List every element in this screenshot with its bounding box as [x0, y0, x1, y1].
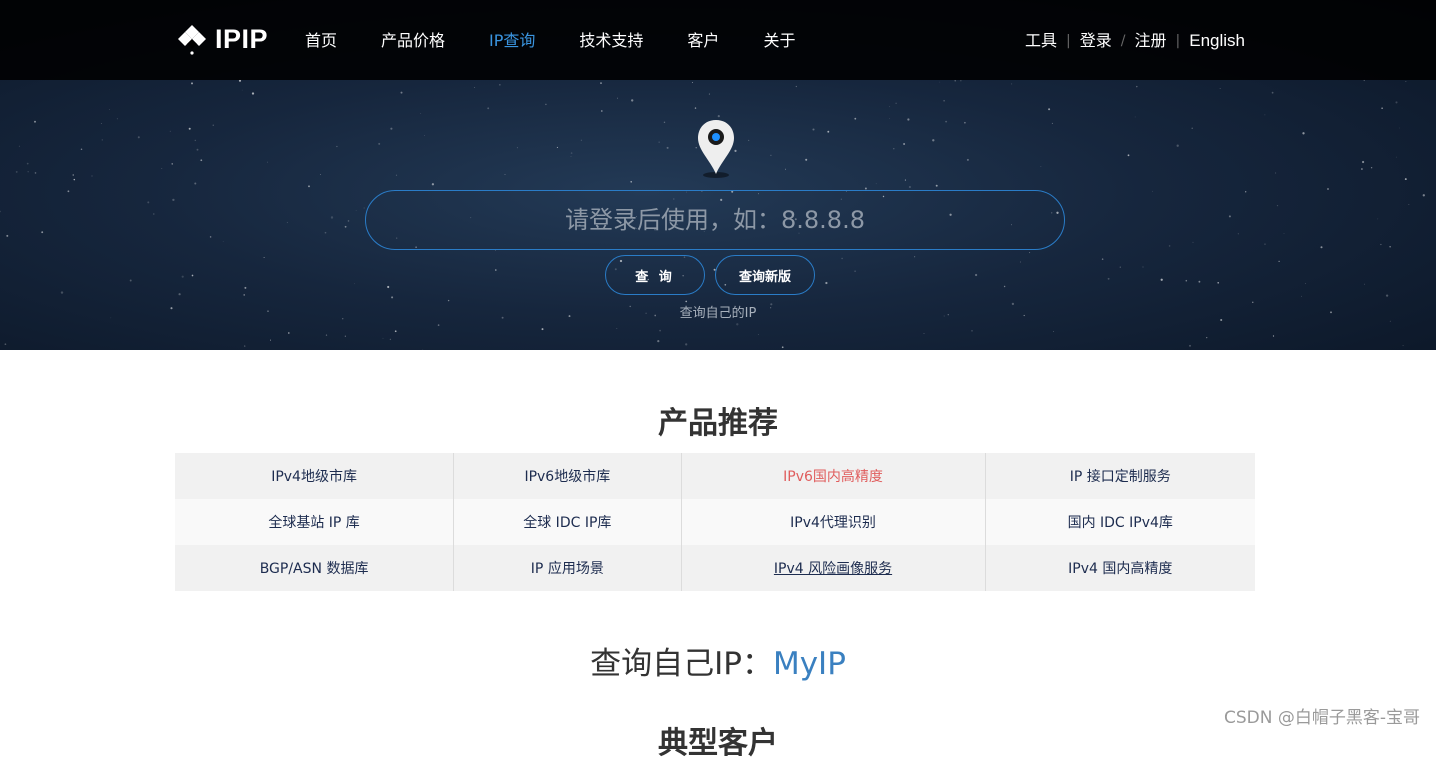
query-new-version-button[interactable]: 查询新版 — [715, 255, 815, 295]
table-cell: IPv6地级市库 — [453, 453, 681, 499]
ip-search-input[interactable] — [365, 190, 1065, 250]
my-ip-link[interactable]: MyIP — [773, 646, 846, 682]
table-cell: BGP/ASN 数据库 — [175, 545, 454, 591]
tools-link[interactable]: 工具 — [1025, 30, 1057, 52]
table-row: 全球基站 IP 库 全球 IDC IP库 IPv4代理识别 国内 IDC IPv… — [175, 499, 1255, 545]
nav-item-about[interactable]: 关于 — [763, 30, 795, 52]
table-row: BGP/ASN 数据库 IP 应用场景 IPv4 风险画像服务 IPv4 国内高… — [175, 545, 1255, 591]
my-ip-heading: 查询自己IP：MyIP — [0, 638, 1436, 683]
table-cell: IP 接口定制服务 — [984, 453, 1255, 499]
main-nav: 首页 产品价格 IP查询 技术支持 客户 关于 — [305, 30, 839, 52]
nav-item-support[interactable]: 技术支持 — [579, 30, 643, 52]
product-link[interactable]: BGP/ASN 数据库 — [260, 561, 369, 577]
ipip-logo-icon — [178, 25, 206, 55]
english-link[interactable]: English — [1189, 30, 1245, 52]
product-link[interactable]: 全球基站 IP 库 — [268, 515, 359, 531]
csdn-watermark: CSDN @白帽子黑客-宝哥 — [1223, 708, 1420, 728]
product-link[interactable]: 国内 IDC IPv4库 — [1068, 515, 1173, 531]
table-cell: 全球 IDC IP库 — [453, 499, 681, 545]
location-pin-icon — [698, 120, 734, 178]
nav-item-ip-lookup[interactable]: IP查询 — [489, 30, 535, 52]
register-link[interactable]: 注册 — [1135, 30, 1167, 52]
separator: | — [1175, 33, 1181, 49]
header-right-links: 工具 | 登录 / 注册 | English — [1025, 30, 1245, 52]
login-link[interactable]: 登录 — [1080, 30, 1112, 52]
products-section-title: 产品推荐 — [658, 406, 778, 441]
product-link[interactable]: IP 接口定制服务 — [1070, 469, 1171, 485]
table-cell: IPv4代理识别 — [680, 499, 986, 545]
table-cell: 国内 IDC IPv4库 — [984, 499, 1255, 545]
query-button[interactable]: 查 询 — [605, 255, 705, 295]
table-cell: IPv4地级市库 — [175, 453, 454, 499]
table-cell: 全球基站 IP 库 — [175, 499, 454, 545]
logo-text: IPIP — [215, 23, 269, 54]
customers-section-title: 典型客户 — [658, 726, 778, 761]
top-navigation-bar: IPIP 首页 产品价格 IP查询 技术支持 客户 关于 工具 | 登录 / 注… — [0, 0, 1436, 80]
table-cell: IPv4 国内高精度 — [984, 545, 1255, 591]
product-link[interactable]: IPv6地级市库 — [524, 469, 610, 485]
product-link-underlined[interactable]: IPv4 风险画像服务 — [774, 561, 892, 577]
product-link[interactable]: IPv4代理识别 — [790, 515, 876, 531]
separator: / — [1120, 33, 1126, 49]
nav-item-pricing[interactable]: 产品价格 — [381, 30, 445, 52]
product-link-highlighted[interactable]: IPv6国内高精度 — [783, 469, 883, 485]
hero-banner: IPIP 首页 产品价格 IP查询 技术支持 客户 关于 工具 | 登录 / 注… — [0, 0, 1436, 350]
product-table: IPv4地级市库 IPv6地级市库 IPv6国内高精度 IP 接口定制服务 全球… — [175, 453, 1255, 591]
query-own-ip-link[interactable]: 查询自己的IP — [0, 302, 1436, 321]
site-logo[interactable]: IPIP — [175, 22, 268, 56]
table-cell: IP 应用场景 — [453, 545, 681, 591]
my-ip-prefix: 查询自己IP： — [590, 646, 773, 682]
product-link[interactable]: IP 应用场景 — [531, 561, 604, 577]
table-cell: IPv6国内高精度 — [680, 453, 986, 499]
product-link[interactable]: 全球 IDC IP库 — [523, 515, 611, 531]
product-link[interactable]: IPv4 国内高精度 — [1068, 561, 1172, 577]
nav-item-home[interactable]: 首页 — [305, 30, 337, 52]
nav-item-customers[interactable]: 客户 — [687, 30, 719, 52]
separator: | — [1066, 33, 1071, 49]
table-row: IPv4地级市库 IPv6地级市库 IPv6国内高精度 IP 接口定制服务 — [175, 453, 1255, 499]
product-link[interactable]: IPv4地级市库 — [271, 469, 357, 485]
table-cell: IPv4 风险画像服务 — [680, 545, 986, 591]
